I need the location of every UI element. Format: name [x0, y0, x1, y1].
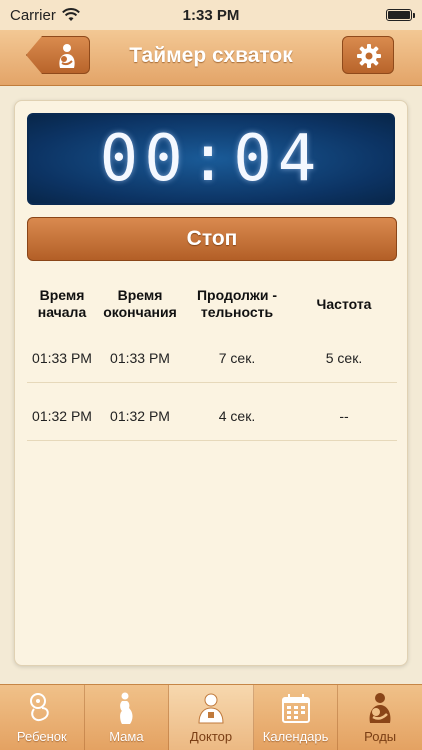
cell-start: 01:33 PM: [32, 349, 92, 366]
calendar-icon: [281, 694, 310, 723]
cell-duration: 7 сек.: [218, 349, 256, 366]
timer-display: 00:04: [27, 113, 395, 205]
table-row[interactable]: 01:32 PM 01:32 PM 4 сек. --: [27, 391, 397, 441]
tab-bar: Ребенок Мама Доктор Календарь Роды: [0, 684, 422, 750]
settings-button[interactable]: [342, 36, 394, 74]
tab-calendar[interactable]: Календарь: [254, 685, 339, 750]
tab-label: Доктор: [189, 729, 233, 744]
header-duration: Продолжи - тельность: [196, 287, 278, 320]
cell-end: 01:32 PM: [110, 407, 170, 424]
status-bar: Carrier 1:33 PM: [0, 0, 422, 30]
pregnant-woman-icon: [120, 692, 133, 724]
timer-card: 00:04 Стоп Время начала Время окончания …: [14, 100, 408, 666]
cell-start: 01:32 PM: [32, 407, 92, 424]
table-row[interactable]: 01:33 PM 01:33 PM 7 сек. 5 сек.: [27, 333, 397, 383]
battery-icon: [386, 9, 415, 21]
doctor-icon: [198, 693, 224, 724]
tab-birth[interactable]: Роды: [338, 685, 422, 750]
tab-baby[interactable]: Ребенок: [0, 685, 85, 750]
header-start-time: Время начала: [37, 287, 87, 320]
header-frequency: Частота: [316, 295, 372, 312]
cell-frequency: --: [339, 407, 349, 424]
stop-button[interactable]: Стоп: [27, 217, 397, 261]
tab-label: Ребенок: [16, 729, 67, 744]
carrier-label: Carrier: [10, 6, 56, 24]
tab-label: Календарь: [262, 729, 329, 744]
cell-frequency: 5 сек.: [325, 349, 363, 366]
table-header: Время начала Время окончания Продолжи - …: [15, 283, 409, 325]
header-end-time: Время окончания: [103, 287, 177, 320]
cell-end: 01:33 PM: [110, 349, 170, 366]
wifi-icon: [61, 8, 80, 21]
timer-value: 00:04: [99, 122, 323, 196]
tab-label: Мама: [109, 729, 144, 744]
mother-child-icon: [369, 693, 391, 723]
cell-duration: 4 сек.: [218, 407, 256, 424]
contractions-table: Время начала Время окончания Продолжи - …: [15, 283, 409, 441]
baby-icon: [29, 693, 49, 721]
tab-label: Роды: [364, 729, 397, 744]
tab-mama[interactable]: Мама: [85, 685, 170, 750]
tab-doctor[interactable]: Доктор: [169, 685, 254, 750]
nav-bar: Таймер схваток: [0, 30, 422, 86]
gear-icon: [357, 44, 381, 68]
